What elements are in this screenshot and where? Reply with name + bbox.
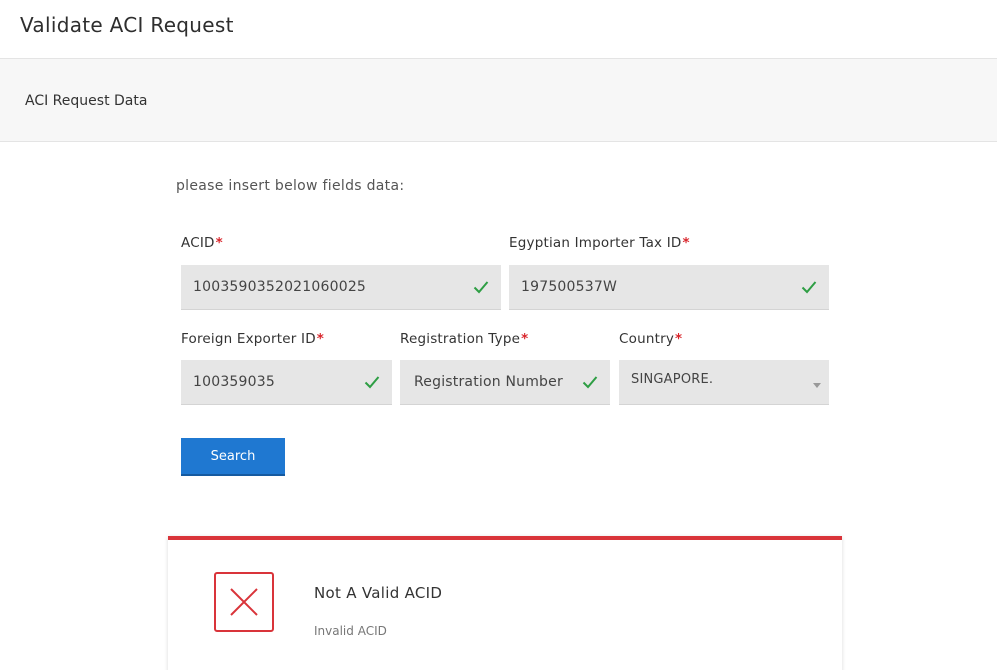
result-message: Invalid ACID (314, 624, 387, 638)
required-marker: * (682, 235, 690, 251)
result-title: Not A Valid ACID (314, 584, 443, 602)
required-marker: * (675, 331, 683, 347)
check-icon (473, 281, 489, 294)
title-bar: Validate ACI Request (0, 0, 997, 58)
acid-label-text: ACID (181, 235, 215, 251)
section-header: ACI Request Data (0, 58, 997, 142)
chevron-down-icon (813, 383, 821, 388)
result-card: Not A Valid ACID Invalid ACID (168, 536, 842, 670)
error-x-icon (214, 572, 274, 632)
country-value: SINGAPORE. (631, 372, 714, 387)
foreign-exporter-id-label: Foreign Exporter ID* (181, 331, 324, 347)
page: Validate ACI Request ACI Request Data pl… (0, 0, 997, 670)
search-button[interactable]: Search (181, 438, 285, 476)
country-select[interactable]: SINGAPORE. (619, 360, 829, 405)
acid-field[interactable]: 1003590352021060025 (181, 265, 501, 310)
acid-label: ACID* (181, 235, 223, 251)
page-title: Validate ACI Request (20, 13, 234, 37)
registration-type-label-text: Registration Type (400, 331, 521, 347)
registration-type-label: Registration Type* (400, 331, 528, 347)
foreign-exporter-id-field[interactable]: 100359035 (181, 360, 392, 405)
foreign-exporter-id-value: 100359035 (193, 374, 275, 390)
registration-type-value: Registration Number (414, 374, 563, 390)
importer-tax-id-label-text: Egyptian Importer Tax ID (509, 235, 682, 251)
required-marker: * (215, 235, 223, 251)
check-icon (801, 281, 817, 294)
acid-value: 1003590352021060025 (193, 279, 367, 295)
check-icon (582, 376, 598, 389)
form-instructions: please insert below fields data: (176, 178, 405, 194)
importer-tax-id-value: 197500537W (521, 279, 618, 295)
check-icon (364, 376, 380, 389)
required-marker: * (316, 331, 325, 347)
importer-tax-id-label: Egyptian Importer Tax ID* (509, 235, 690, 251)
country-label: Country* (619, 331, 682, 347)
importer-tax-id-field[interactable]: 197500537W (509, 265, 829, 310)
required-marker: * (521, 331, 529, 347)
registration-type-field[interactable]: Registration Number (400, 360, 610, 405)
foreign-exporter-id-label-text: Foreign Exporter ID (181, 331, 316, 347)
country-label-text: Country (619, 331, 675, 347)
section-title: ACI Request Data (25, 93, 148, 109)
